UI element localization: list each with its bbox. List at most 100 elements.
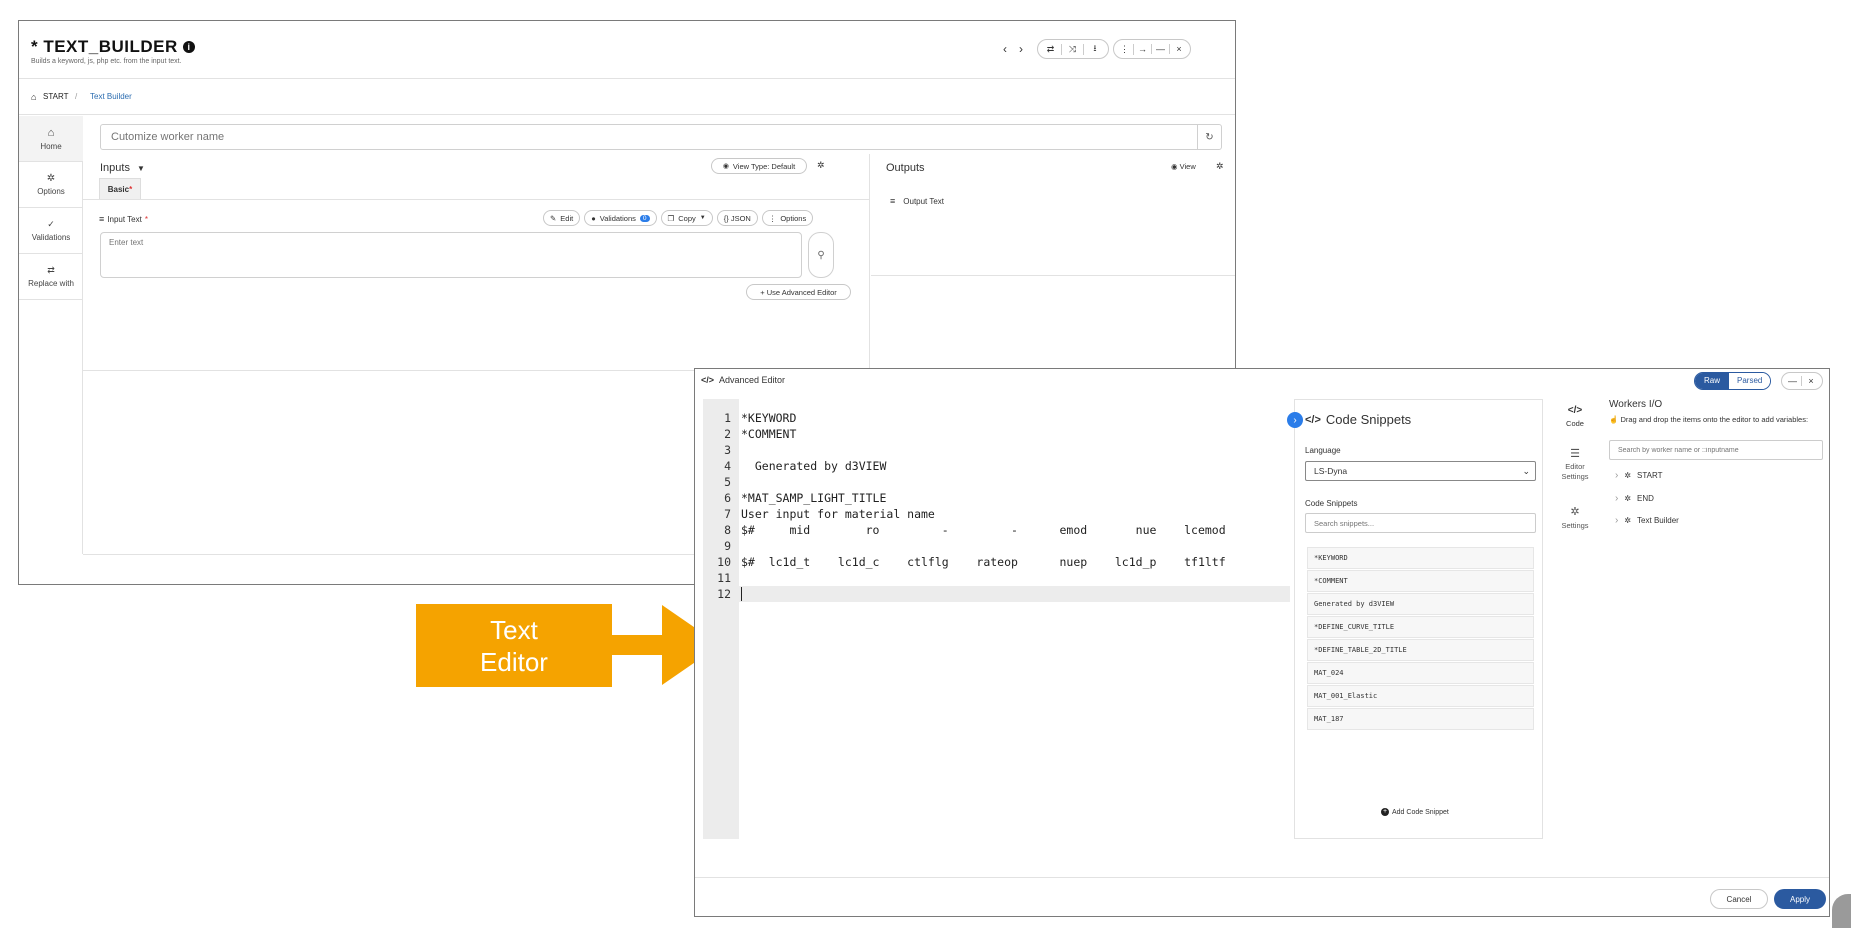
copy-label: Copy <box>678 213 696 223</box>
chevron-right-icon[interactable]: › <box>1015 42 1027 56</box>
code-line: Generated by d3VIEW <box>741 459 887 473</box>
tab-underline <box>83 199 870 200</box>
outputs-view-button[interactable]: ◉ View <box>1171 162 1196 171</box>
workers-io-hint-text: Drag and drop the items onto the editor … <box>1620 415 1809 424</box>
add-code-snippet-button[interactable]: + Add Code Snippet <box>1381 808 1449 816</box>
editor-footer-line <box>695 877 1829 878</box>
snippet-item[interactable]: *DEFINE_TABLE_2D_TITLE <box>1307 639 1534 661</box>
attach-button[interactable]: ⚲ <box>808 232 834 278</box>
breadcrumb-start[interactable]: START <box>43 92 68 101</box>
copy-button[interactable]: ❐ Copy ▼ <box>660 210 713 226</box>
snippet-item[interactable]: MAT_001_Elastic <box>1307 685 1534 707</box>
close-icon[interactable]: × <box>1170 44 1188 54</box>
snippet-item[interactable]: MAT_187 <box>1307 708 1534 730</box>
snippet-search-input[interactable] <box>1305 513 1536 533</box>
raw-toggle-button[interactable]: Raw <box>1695 373 1730 389</box>
sidebar-item-label: Options <box>37 187 65 196</box>
tab-settings[interactable]: ✲ Settings <box>1552 505 1598 530</box>
use-advanced-editor-button[interactable]: + Use Advanced Editor <box>746 284 851 300</box>
close-icon[interactable]: × <box>1802 376 1820 386</box>
apply-button[interactable]: Apply <box>1774 889 1826 909</box>
tab-basic[interactable]: Basic * <box>99 178 141 200</box>
input-field-toolbar: ✎ Edit ● Validations 0 ❐ Copy ▼ {} JSON ⋮ Opti… <box>543 210 814 226</box>
field-label-text: Input Text <box>107 214 142 224</box>
code-line: *COMMENT <box>741 427 797 441</box>
caret-down-icon: ▼ <box>699 215 706 221</box>
home-icon[interactable]: ⌂ <box>31 92 36 102</box>
minimize-icon[interactable]: — <box>1784 376 1802 386</box>
refresh-icon[interactable]: ↻ <box>1197 125 1221 149</box>
sidebar-item-validations[interactable]: ✓ Validations <box>19 208 83 254</box>
breadcrumb-current[interactable]: Text Builder <box>90 92 132 101</box>
text-editor-callout: Text Editor <box>416 604 612 687</box>
tree-item-text-builder[interactable]: › ✲ Text Builder <box>1615 515 1679 526</box>
minimize-icon[interactable]: — <box>1152 44 1170 54</box>
code-line: *MAT_SAMP_LIGHT_TITLE <box>741 491 887 505</box>
sidebar-item-replace-with[interactable]: ⇄ Replace with <box>19 254 83 300</box>
input-text-area[interactable] <box>100 232 802 278</box>
outputs-heading: Outputs <box>886 162 925 174</box>
tree-item-end[interactable]: › ✲ END <box>1615 493 1654 504</box>
parsed-toggle-button[interactable]: Parsed <box>1729 373 1771 389</box>
gear-icon[interactable]: ✲ <box>817 160 825 171</box>
breadcrumb: ⌂ START / Text Builder <box>19 79 1235 115</box>
language-label: Language <box>1305 446 1341 455</box>
chevron-left-icon[interactable]: ‹ <box>999 42 1011 56</box>
tab-editor-settings[interactable]: ☰ Editor Settings <box>1552 447 1598 482</box>
tab-editor-settings-label: Editor Settings <box>1561 462 1589 481</box>
tree-item-start[interactable]: › ✲ START <box>1615 470 1663 481</box>
inputs-heading[interactable]: Inputs ▼ <box>100 162 145 174</box>
code-icon: </> <box>701 375 715 385</box>
json-button[interactable]: {} JSON <box>716 210 758 226</box>
arrow-right-icon[interactable]: → <box>1134 44 1152 54</box>
view-type-button[interactable]: ◉ View Type: Default <box>711 158 807 174</box>
code-line: $# lc1d_t lc1d_c ctlflg rateop nuep lc1d… <box>741 555 1226 569</box>
snippet-item[interactable]: MAT_024 <box>1307 662 1534 684</box>
window-header: * TEXT_BUILDER i Builds a keyword, js, p… <box>19 21 1235 79</box>
add-snippet-label: Add Code Snippet <box>1392 808 1449 816</box>
snippet-item[interactable]: *DEFINE_CURVE_TITLE <box>1307 616 1534 638</box>
active-line-highlight <box>739 586 1290 602</box>
workers-io-panel: Workers I/O ☝ Drag and drop the items on… <box>1605 397 1823 597</box>
sidebar-item-label: Replace with <box>28 279 74 288</box>
edit-button[interactable]: ✎ Edit <box>543 210 581 226</box>
home-icon: ⌂ <box>47 126 55 139</box>
download-icon[interactable]: ⭳ <box>1084 41 1106 57</box>
tab-settings-label: Settings <box>1561 521 1589 530</box>
code-editor[interactable]: 1 2 3 4 5 6 7 8 9 10 11 12 *KEYWORD *COMMENT Generat… <box>703 399 1290 839</box>
more-vertical-icon[interactable]: ⋮ <box>1116 43 1134 55</box>
window-controls: ‹ › ⇄ ⤨ ⭳ ⋮ → — × <box>999 39 1191 59</box>
text-cursor <box>741 587 742 601</box>
info-icon[interactable]: i <box>183 41 196 53</box>
input-text-label: ≡ Input Text * <box>99 214 148 224</box>
sidebar-item-options[interactable]: ✲ Options <box>19 162 83 208</box>
sidebar-item-home[interactable]: ⌂ Home <box>19 116 83 162</box>
window-action-group: ⋮ → — × <box>1113 39 1191 59</box>
gear-icon[interactable]: ✲ <box>1216 161 1224 172</box>
snippet-item[interactable]: *COMMENT <box>1307 570 1534 592</box>
corner-decoration <box>1832 894 1851 928</box>
gear-icon: ✲ <box>1624 471 1632 480</box>
shuffle-icon[interactable]: ⤨ <box>1062 43 1084 55</box>
line-number: 7 <box>724 507 731 521</box>
swap-icon[interactable]: ⇄ <box>1040 43 1062 55</box>
tab-code[interactable]: </> Code <box>1552 405 1598 428</box>
output-item[interactable]: ≡ Output Text <box>890 196 944 206</box>
raw-parsed-toggle: Raw Parsed <box>1694 372 1772 390</box>
validations-count-badge: 0 <box>639 214 650 222</box>
code-icon: </> <box>1305 413 1321 426</box>
line-number: 6 <box>724 491 731 505</box>
cancel-button[interactable]: Cancel <box>1710 889 1768 909</box>
collapse-panel-button[interactable]: › <box>1287 412 1303 428</box>
options-button[interactable]: ⋮ Options <box>761 210 814 226</box>
snippet-item[interactable]: *KEYWORD <box>1307 547 1534 569</box>
eye-icon: ◉ <box>1171 162 1178 171</box>
outputs-divider <box>871 275 1235 276</box>
code-snippets-label: Code Snippets <box>1305 499 1358 508</box>
snippet-item[interactable]: Generated by d3VIEW <box>1307 593 1534 615</box>
worker-name-input[interactable] <box>101 125 1197 149</box>
language-select[interactable]: LS-Dyna ⌄ <box>1305 461 1536 481</box>
line-number: 11 <box>717 571 731 585</box>
worker-search-input[interactable] <box>1609 440 1823 460</box>
validations-button[interactable]: ● Validations 0 <box>584 210 657 226</box>
